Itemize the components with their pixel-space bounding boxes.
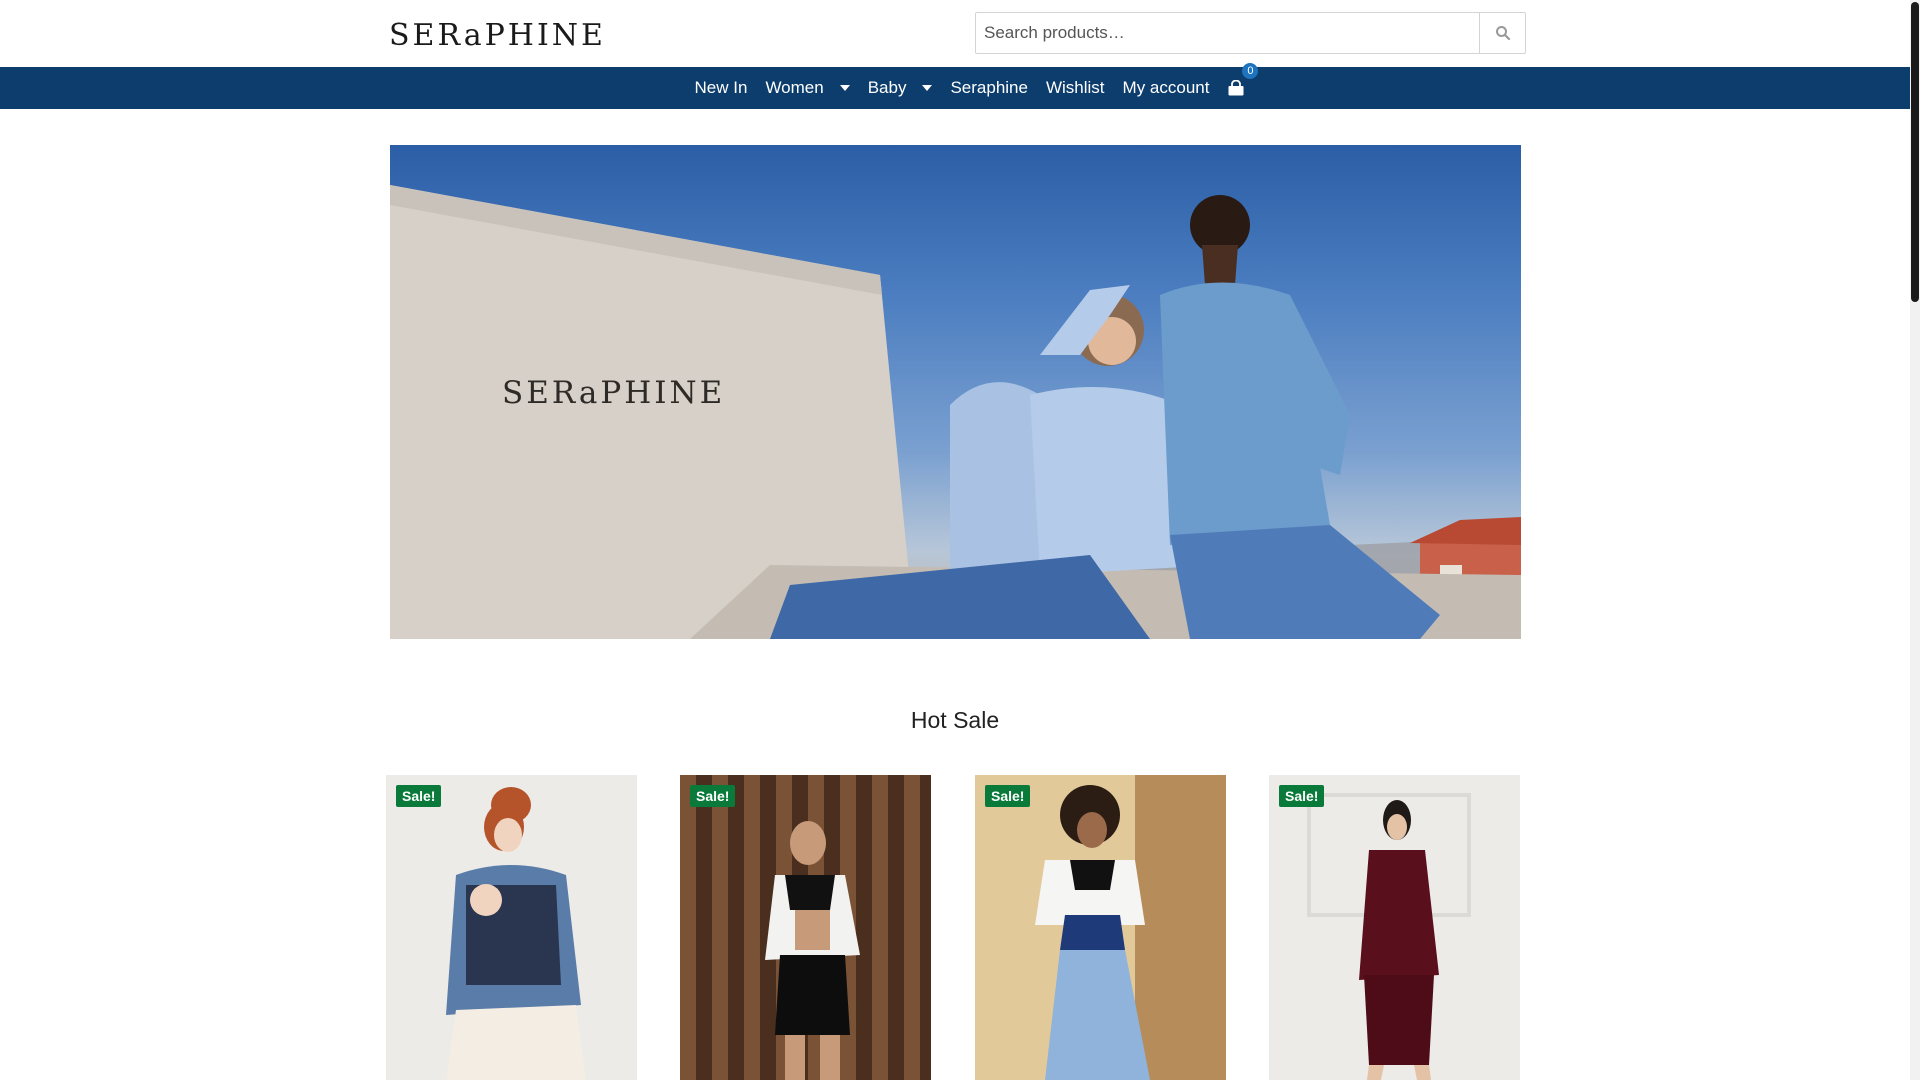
search-icon bbox=[1495, 26, 1510, 41]
cart-count-badge: 0 bbox=[1242, 63, 1259, 79]
cart-link[interactable]: 0 bbox=[1218, 63, 1259, 96]
nav-item-seraphine[interactable]: Seraphine bbox=[941, 78, 1037, 98]
nav-item-label: My account bbox=[1122, 78, 1210, 97]
sale-badge: Sale! bbox=[1279, 785, 1325, 807]
caret-down-icon bbox=[922, 85, 933, 91]
site-logo[interactable]: SERaPHINE bbox=[389, 18, 606, 53]
nav-menu: New In Women Baby Seraphine Wishlist My … bbox=[686, 63, 1259, 98]
nav-item-label: Wishlist bbox=[1045, 78, 1105, 97]
sale-badge: Sale! bbox=[396, 785, 442, 807]
site-header: SERaPHINE bbox=[0, 0, 1910, 66]
product-card[interactable]: Sale! bbox=[1269, 775, 1520, 1080]
nav-item-wishlist[interactable]: Wishlist bbox=[1037, 78, 1114, 98]
scrollbar-thumb[interactable] bbox=[1911, 2, 1919, 302]
page: SERaPHINE New In Women Baby bbox=[0, 0, 1920, 1080]
caret-down-icon bbox=[839, 85, 850, 91]
nav-item-label: Seraphine bbox=[950, 78, 1028, 97]
search-form bbox=[975, 12, 1526, 54]
nav-item-new-in[interactable]: New In bbox=[686, 78, 757, 98]
product-image bbox=[386, 775, 637, 1080]
search-button[interactable] bbox=[1479, 13, 1525, 53]
sale-badge: Sale! bbox=[985, 785, 1031, 807]
product-image bbox=[975, 775, 1226, 1080]
nav-item-women[interactable]: Women bbox=[756, 78, 858, 98]
search-input[interactable] bbox=[976, 13, 1479, 53]
nav-item-label: Baby bbox=[867, 78, 907, 97]
main-navigation: New In Women Baby Seraphine Wishlist My … bbox=[0, 63, 1910, 109]
nav-item-my-account[interactable]: My account bbox=[1114, 78, 1219, 98]
hero-banner[interactable]: SERaPHINE bbox=[390, 145, 1521, 639]
nav-item-label: New In bbox=[694, 78, 748, 97]
product-image bbox=[680, 775, 931, 1080]
page-scrollbar[interactable] bbox=[1910, 0, 1920, 1080]
section-title: Hot Sale bbox=[910, 707, 1000, 733]
sale-badge: Sale! bbox=[690, 785, 736, 807]
product-card[interactable]: Sale! bbox=[680, 775, 931, 1080]
product-card[interactable]: Sale! bbox=[975, 775, 1226, 1080]
nav-item-label: Women bbox=[765, 78, 824, 97]
product-image bbox=[1269, 775, 1520, 1080]
product-card[interactable]: Sale! bbox=[386, 775, 637, 1080]
nav-item-baby[interactable]: Baby bbox=[859, 78, 942, 98]
hero-logo: SERaPHINE bbox=[502, 375, 726, 411]
shopping-bag-icon bbox=[1228, 80, 1244, 96]
